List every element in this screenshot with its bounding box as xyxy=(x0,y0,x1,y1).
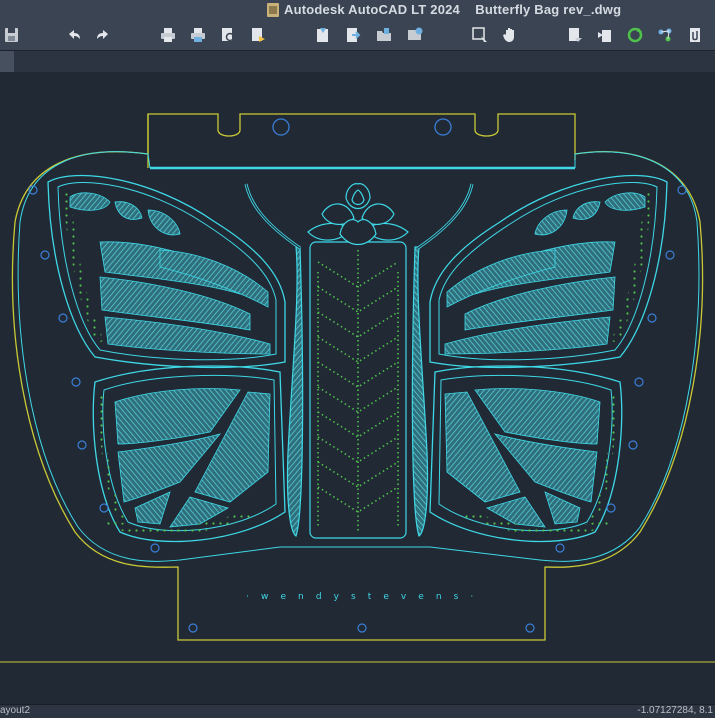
plot-button[interactable] xyxy=(156,23,180,47)
undo-button[interactable] xyxy=(62,23,86,47)
group-button[interactable] xyxy=(653,23,677,47)
refresh-button[interactable] xyxy=(623,23,647,47)
export-button[interactable] xyxy=(341,23,365,47)
zoom-window-icon xyxy=(472,27,487,42)
printer-icon xyxy=(161,28,175,42)
redo-icon xyxy=(97,30,108,39)
group-icon xyxy=(658,28,672,42)
layers-icon xyxy=(569,28,582,42)
window-title: Autodesk AutoCAD LT 2024 Butterfly Bag r… xyxy=(284,2,622,17)
quick-access-toolbar xyxy=(0,20,715,50)
save-as-button[interactable] xyxy=(0,23,24,47)
sheet-icon xyxy=(317,28,328,42)
design-center-icon xyxy=(408,27,423,40)
preview-icon xyxy=(222,28,236,43)
cursor-coordinates: -1.07127284, 8.1 xyxy=(637,705,713,716)
design-center-button[interactable] xyxy=(403,23,427,47)
refresh-icon xyxy=(627,27,643,43)
drawing-canvas[interactable]: · w e n d y s t e v e n s · xyxy=(0,72,715,704)
layout-tab[interactable]: ayout2 xyxy=(0,705,30,716)
plot-preview-button[interactable] xyxy=(216,23,240,47)
title-bar: Autodesk AutoCAD LT 2024 Butterfly Bag r… xyxy=(0,0,715,20)
folder-icon xyxy=(377,28,391,41)
autocad-file-icon xyxy=(267,3,279,17)
batch-plot-button[interactable] xyxy=(186,23,210,47)
attach-file-button[interactable] xyxy=(683,23,707,47)
pan-button[interactable] xyxy=(498,23,522,47)
sheet-set-button[interactable] xyxy=(311,23,335,47)
zoom-window-button[interactable] xyxy=(468,23,492,47)
pan-hand-icon xyxy=(503,28,514,42)
designer-credit: · w e n d y s t e v e n s · xyxy=(246,592,478,602)
redo-button[interactable] xyxy=(91,23,115,47)
butterfly-drawing: · w e n d y s t e v e n s · xyxy=(0,113,715,663)
printer-icon xyxy=(191,28,205,42)
export-icon xyxy=(347,28,361,42)
layer-properties-button[interactable] xyxy=(563,23,587,47)
undo-icon xyxy=(69,30,80,39)
save-icon xyxy=(5,28,18,42)
lotus-motif xyxy=(307,183,409,246)
status-bar: ayout2 -1.07127284, 8.1 xyxy=(0,704,715,718)
match-properties-icon xyxy=(598,30,611,42)
publish-button[interactable] xyxy=(246,23,270,47)
publish-icon xyxy=(252,28,265,42)
match-properties-button[interactable] xyxy=(593,23,617,47)
attach-icon xyxy=(690,28,700,42)
open-folder-button[interactable] xyxy=(372,23,396,47)
file-tab-strip xyxy=(0,50,715,73)
file-tab[interactable] xyxy=(0,51,14,72)
